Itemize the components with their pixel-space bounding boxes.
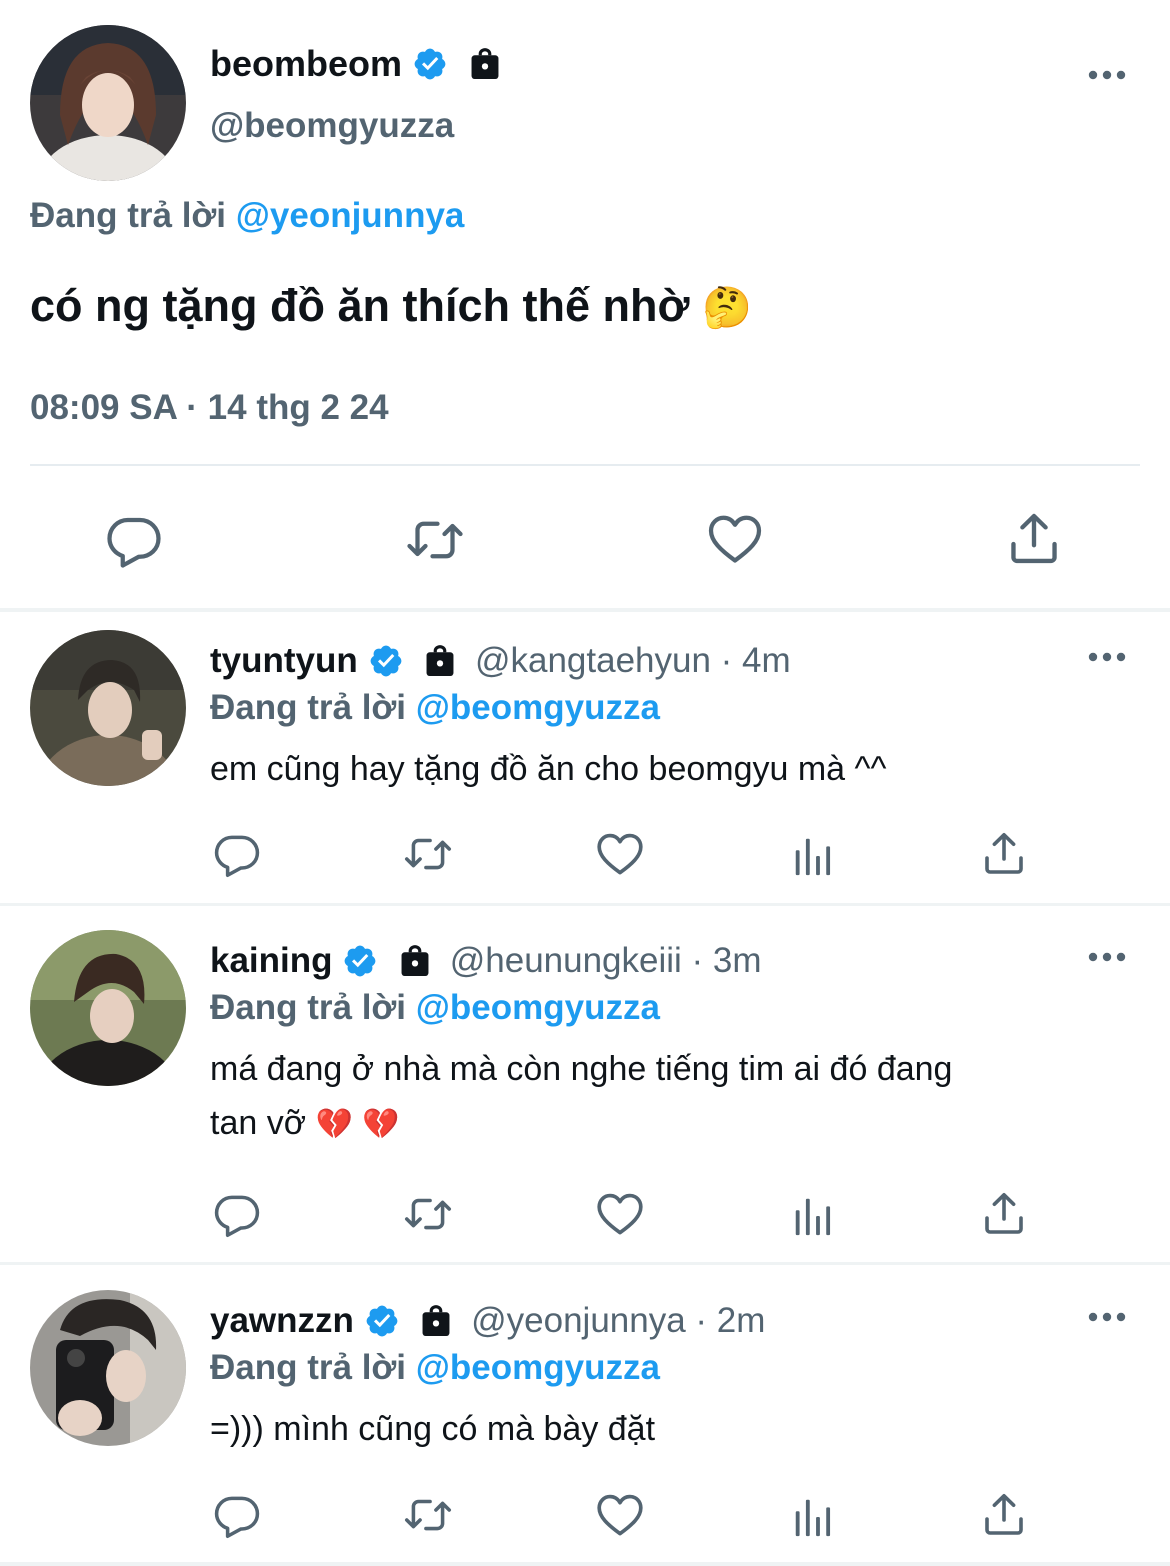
replying-to-handle[interactable]: @beomgyuzza [416, 1348, 660, 1387]
analytics-bars-icon[interactable] [790, 833, 836, 879]
author-name-row: kaining @heunungkeiii · 3m [210, 937, 762, 983]
section-divider [0, 1562, 1170, 1566]
more-dots-icon[interactable] [1087, 1311, 1127, 1323]
display-name[interactable]: tyuntyun [210, 641, 358, 680]
tweet-body-line-1: má đang ở nhà mà còn nghe tiếng tim ai đ… [210, 1050, 953, 1088]
heart-icon[interactable] [594, 1489, 646, 1541]
verified-badge-icon [364, 1303, 400, 1339]
divider [30, 464, 1140, 466]
tweet-body-line-2: tan vỡ 💔 💔 [210, 1096, 400, 1152]
replying-prefix: Đang trả lời [210, 988, 407, 1027]
avatar[interactable] [30, 25, 186, 181]
lock-icon [466, 45, 504, 83]
share-icon[interactable] [980, 1189, 1028, 1237]
tweet-body-text: tan vỡ [210, 1104, 307, 1142]
handle-and-time[interactable]: @heunungkeiii · 3m [450, 941, 762, 980]
verified-badge-icon [342, 943, 378, 979]
replying-to: Đang trả lời @beomgyuzza [210, 686, 660, 730]
author-name-row: yawnzzn @yeonjunnya · 2m [210, 1297, 765, 1343]
lock-icon [421, 642, 459, 680]
analytics-bars-icon[interactable] [790, 1193, 836, 1239]
handle[interactable]: @beomgyuzza [210, 104, 454, 148]
action-bar [0, 825, 1170, 885]
replying-to-handle[interactable]: @beomgyuzza [416, 988, 660, 1027]
reply-bubble-icon[interactable] [212, 1189, 262, 1239]
verified-badge-icon [412, 46, 448, 82]
reply-bubble-icon[interactable] [212, 829, 262, 879]
handle-and-time[interactable]: @kangtaehyun · 4m [475, 641, 791, 680]
action-bar [0, 1185, 1170, 1245]
analytics-bars-icon[interactable] [790, 1494, 836, 1540]
retweet-icon[interactable] [401, 1189, 455, 1239]
lock-icon [396, 942, 434, 980]
verified-badge-icon [368, 643, 404, 679]
more-dots-icon[interactable] [1087, 951, 1127, 963]
share-icon[interactable] [1005, 509, 1063, 567]
tweet-body: =))) mình cũng có mà bày đặt [210, 1410, 656, 1448]
more-dots-icon[interactable] [1087, 69, 1127, 81]
replying-to: Đang trả lời @yeonjunnya [30, 194, 464, 238]
retweet-icon[interactable] [404, 510, 466, 570]
display-name[interactable]: beombeom [210, 43, 402, 84]
reply-bubble-icon[interactable] [104, 510, 164, 570]
retweet-icon[interactable] [401, 1490, 455, 1540]
tweet-body: em cũng hay tặng đồ ăn cho beomgyu mà ^^ [210, 750, 887, 788]
section-divider [0, 1262, 1170, 1265]
share-icon[interactable] [980, 829, 1028, 877]
action-bar [0, 1486, 1170, 1546]
heart-icon[interactable] [704, 509, 766, 569]
tweet-text: có ng tặng đồ ăn thích thế nhờ 🤔 [30, 276, 752, 338]
display-name[interactable]: kaining [210, 941, 333, 980]
share-icon[interactable] [980, 1490, 1028, 1538]
replying-prefix: Đang trả lời [210, 688, 407, 727]
action-bar [0, 490, 1170, 590]
section-divider [0, 608, 1170, 612]
thinking-emoji: 🤔 [701, 285, 752, 331]
handle-and-time[interactable]: @yeonjunnya · 2m [471, 1301, 765, 1340]
display-name[interactable]: yawnzzn [210, 1301, 354, 1340]
replying-to-handle[interactable]: @yeonjunnya [236, 196, 465, 235]
avatar[interactable] [30, 630, 186, 786]
replying-prefix: Đang trả lời [210, 1348, 407, 1387]
replying-to: Đang trả lời @beomgyuzza [210, 1346, 660, 1390]
avatar[interactable] [30, 930, 186, 1086]
section-divider [0, 903, 1170, 906]
replying-to-handle[interactable]: @beomgyuzza [416, 688, 660, 727]
heart-icon[interactable] [594, 1188, 646, 1240]
reply-bubble-icon[interactable] [212, 1490, 262, 1540]
avatar[interactable] [30, 1290, 186, 1446]
retweet-icon[interactable] [401, 829, 455, 879]
heart-icon[interactable] [594, 828, 646, 880]
author-name-row: tyuntyun @kangtaehyun · 4m [210, 637, 791, 683]
replying-prefix: Đang trả lời [30, 196, 227, 235]
lock-icon [417, 1302, 455, 1340]
replying-to: Đang trả lời @beomgyuzza [210, 986, 660, 1030]
timestamp[interactable]: 08:09 SA · 14 thg 2 24 [30, 386, 389, 430]
author-name-row: beombeom [210, 40, 504, 86]
broken-heart-emoji: 💔 💔 [315, 1107, 400, 1142]
tweet-body: có ng tặng đồ ăn thích thế nhờ [30, 280, 690, 331]
more-dots-icon[interactable] [1087, 651, 1127, 663]
